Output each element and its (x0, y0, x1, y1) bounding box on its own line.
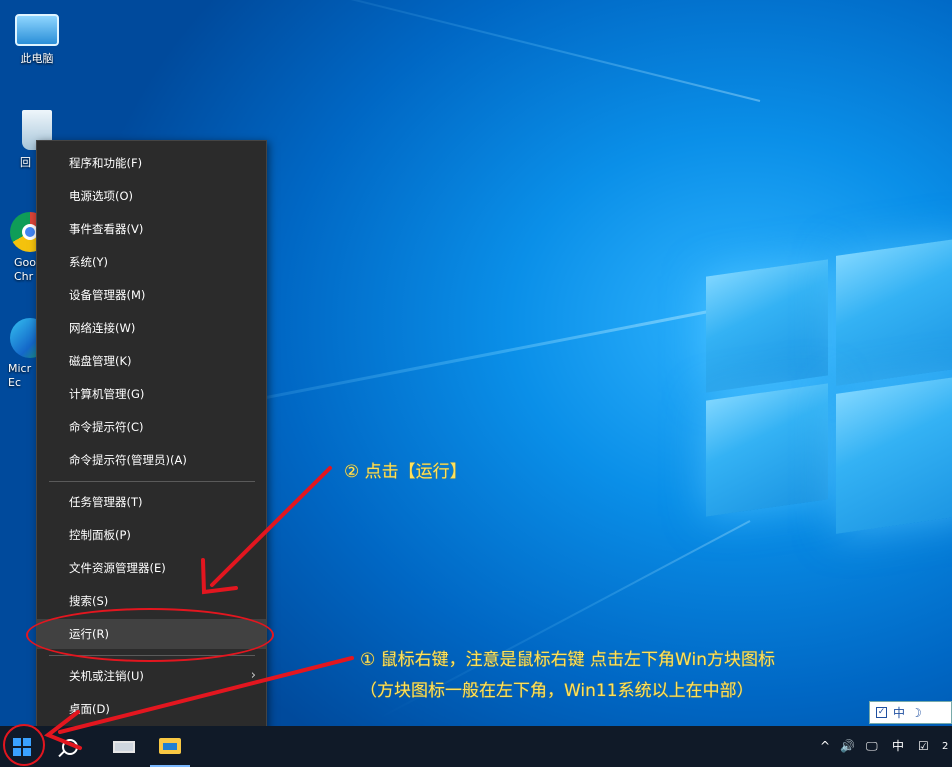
annotation-step2: ② 点击【运行】 (344, 462, 467, 482)
annotation-step1-line1: ① 鼠标右键，注意是鼠标右键 点击左下角Win方块图标 (360, 650, 775, 670)
arrow-to-start (58, 656, 354, 734)
arrow-to-run (210, 466, 332, 587)
annotation-step1-line2: （方块图标一般在左下角，Win11系统以上在中部） (360, 681, 754, 701)
